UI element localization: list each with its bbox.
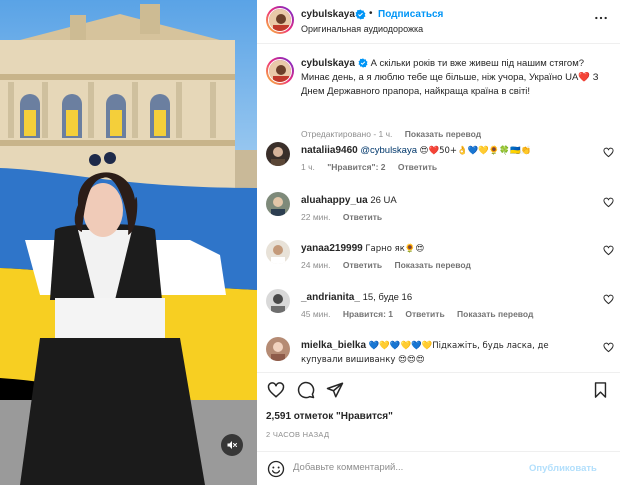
comment-time[interactable]: 24 мин.: [301, 260, 330, 270]
comment-mention[interactable]: @cybulskaya: [360, 145, 417, 156]
comment-time[interactable]: 1 ч.: [301, 162, 315, 172]
caption-author-avatar[interactable]: [266, 57, 294, 85]
caption-translate-button[interactable]: Показать перевод: [405, 129, 481, 139]
comment-meta: 45 мин. Нравится: 1 Ответить Показать пе…: [301, 309, 533, 319]
speaker-muted-icon: [227, 441, 237, 449]
comment-username[interactable]: mielka_bielka: [301, 340, 366, 351]
mute-button[interactable]: [221, 434, 243, 456]
author-avatar[interactable]: [266, 6, 294, 34]
comment-username[interactable]: aluahappy_ua: [301, 195, 368, 206]
comment-body: yanaa219999 Гарно як🌻😍: [301, 242, 576, 256]
follow-button[interactable]: Подписаться: [378, 9, 443, 20]
comment-input[interactable]: [293, 462, 523, 473]
comment-icon[interactable]: [297, 381, 315, 399]
comment-reply-button[interactable]: Ответить: [405, 309, 444, 319]
comment-heart-icon[interactable]: [603, 197, 614, 208]
comment-body: _andrianita_ 15, буде 16: [301, 291, 576, 305]
comment-time[interactable]: 45 мин.: [301, 309, 330, 319]
caption-username[interactable]: cybulskaya: [301, 58, 355, 69]
caption-edited-label: Отредактировано: [301, 129, 371, 139]
commenter-avatar[interactable]: [266, 142, 290, 166]
comments-list[interactable]: cybulskaya А скільки років ти вже живеш …: [257, 45, 620, 372]
emoji-icon[interactable]: [267, 460, 285, 478]
post-sidebar: cybulskaya • Подписаться Оригинальная ау…: [257, 0, 620, 485]
add-comment-bar: Опубликовать: [257, 451, 620, 485]
comment-body: nataliia9460 @cybulskaya 😍❤️50+👌💙💛🌻🍀🇺🇦👏: [301, 144, 576, 158]
commenter-avatar[interactable]: [266, 337, 290, 361]
comment-likes[interactable]: Нравится: 1: [343, 309, 393, 319]
comment-translate-button[interactable]: Показать перевод: [457, 309, 533, 319]
comment-username[interactable]: yanaa219999: [301, 243, 363, 254]
comment-body: mielka_bielka 💙💛💙💛💙💛Підкажіть, будь ласк…: [301, 339, 576, 367]
verified-badge-icon: [358, 58, 368, 68]
author-username[interactable]: cybulskaya: [301, 9, 355, 20]
share-icon[interactable]: [326, 381, 344, 399]
verified-badge-icon: [355, 9, 366, 20]
comment-username[interactable]: _andrianita_: [301, 292, 360, 303]
caption-meta: Отредактировано - 1 ч. Показать перевод: [301, 129, 482, 139]
comment-likes[interactable]: "Нравится": 2: [327, 162, 385, 172]
publish-button[interactable]: Опубликовать: [529, 463, 597, 474]
post-header: cybulskaya • Подписаться Оригинальная ау…: [257, 0, 620, 44]
separator-dot: •: [369, 8, 373, 19]
commenter-avatar[interactable]: [266, 240, 290, 264]
audio-track-link[interactable]: Оригинальная аудиодорожка: [301, 24, 423, 34]
caption-time[interactable]: 1 ч.: [379, 129, 393, 139]
caption-text-block: cybulskaya А скільки років ти вже живеш …: [301, 57, 606, 99]
comment-heart-icon[interactable]: [603, 245, 614, 256]
comment-text: 26 UA: [370, 195, 397, 206]
comment-time[interactable]: 22 мин.: [301, 212, 330, 222]
comment-reply-button[interactable]: Ответить: [343, 260, 382, 270]
commenter-avatar[interactable]: [266, 289, 290, 313]
comment-heart-icon[interactable]: [603, 147, 614, 158]
comment-body: aluahappy_ua 26 UA: [301, 194, 576, 208]
post-actions: 2,591 отметок "Нравится" 2 ЧАСОВ НАЗАД О…: [257, 372, 620, 485]
post-media[interactable]: [0, 0, 257, 485]
more-options-icon[interactable]: [594, 11, 608, 25]
comment-text: 15, буде 16: [362, 292, 413, 303]
comment-translate-button[interactable]: Показать перевод: [395, 260, 471, 270]
video-frame: [0, 0, 257, 485]
comment-heart-icon[interactable]: [603, 342, 614, 353]
bookmark-icon[interactable]: [592, 381, 609, 399]
comment-meta: 22 мин. Ответить: [301, 212, 382, 222]
comment-text: Гарно як🌻😍: [365, 244, 425, 254]
comment-meta: 1 ч. "Нравится": 2 Ответить: [301, 162, 437, 172]
likes-count[interactable]: 2,591 отметок "Нравится": [266, 411, 393, 422]
commenter-avatar[interactable]: [266, 192, 290, 216]
comment-reply-button[interactable]: Ответить: [398, 162, 437, 172]
heart-icon[interactable]: [267, 381, 285, 399]
post-time[interactable]: 2 ЧАСОВ НАЗАД: [266, 430, 329, 439]
comment-username[interactable]: nataliia9460: [301, 145, 358, 156]
comment-reply-button[interactable]: Ответить: [343, 212, 382, 222]
comment-heart-icon[interactable]: [603, 294, 614, 305]
comment-meta: 24 мин. Ответить Показать перевод: [301, 260, 471, 270]
comment-text: 😍❤️50+👌💙💛🌻🍀🇺🇦👏: [419, 146, 532, 156]
